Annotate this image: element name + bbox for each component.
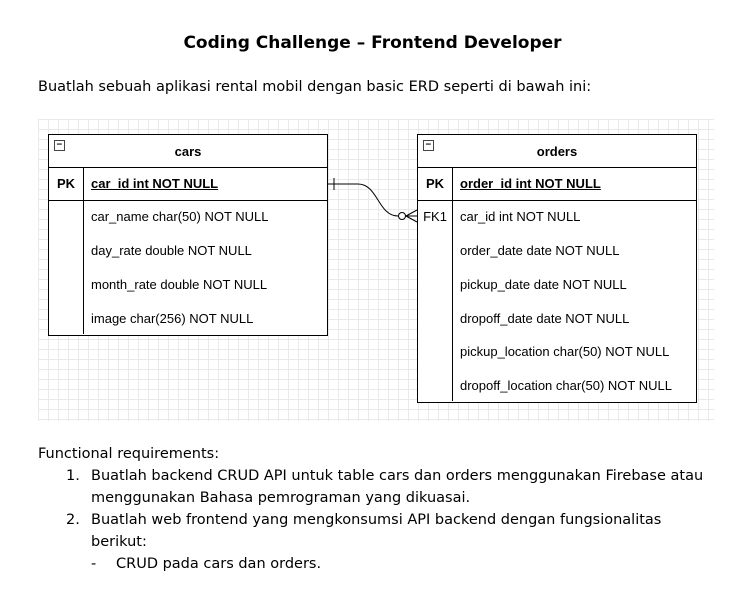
requirement-item: 1. Buatlah backend CRUD API untuk table … — [38, 465, 718, 509]
bullet-dash: - — [91, 556, 97, 572]
erd-diagram: − cars PK car_id int NOT NULL car_name c… — [38, 119, 714, 421]
optional-marker — [398, 212, 406, 220]
requirement-item: 2. Buatlah web frontend yang mengkonsums… — [38, 509, 718, 553]
requirements-heading: Functional requirements: — [38, 446, 220, 462]
intro-text: Buatlah sebuah aplikasi rental mobil den… — [38, 79, 592, 95]
requirement-number: 2. — [66, 512, 80, 528]
requirement-line: Buatlah web frontend yang mengkonsumsi A… — [91, 512, 662, 550]
page-title: Coding Challenge – Frontend Developer — [183, 33, 562, 53]
requirement-line: menggunakan Bahasa pemrograman yang diku… — [91, 490, 471, 506]
requirement-sub-text: CRUD pada cars dan orders. — [116, 556, 322, 572]
crowfoot-marker — [405, 215, 418, 223]
requirement-sub-item: - CRUD pada cars dan orders. — [38, 553, 718, 575]
crowfoot-marker — [405, 209, 418, 217]
relationship-line — [327, 183, 417, 217]
requirements-section: Functional requirements: 1. Buatlah back… — [38, 443, 718, 575]
requirement-number: 1. — [66, 468, 80, 484]
requirement-line: Buatlah backend CRUD API untuk table car… — [91, 468, 704, 484]
relationship-connector — [327, 178, 418, 223]
